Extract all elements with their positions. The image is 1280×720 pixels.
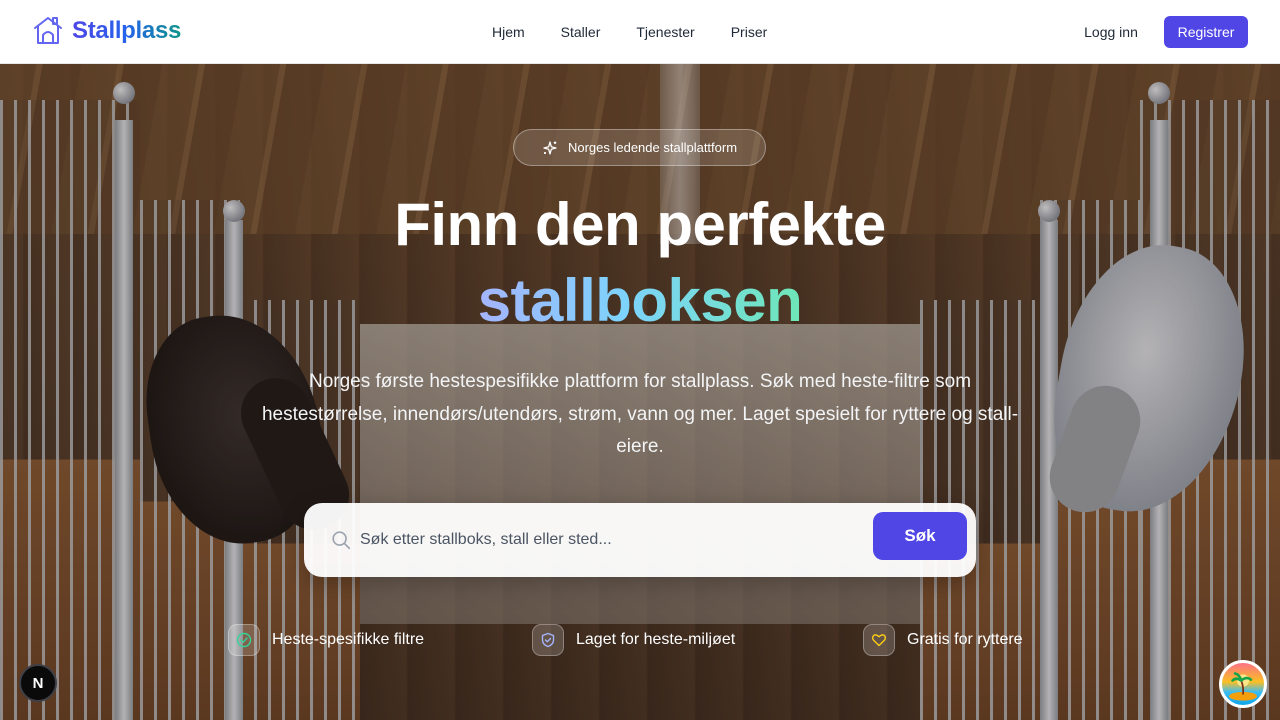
brand-logo[interactable]: Stallplass xyxy=(32,15,181,47)
check-circle-icon xyxy=(236,632,252,648)
feature-icon-box xyxy=(228,624,260,656)
feature-free: Gratis for ryttere xyxy=(863,624,1023,656)
dev-tools-badge[interactable]: N xyxy=(19,664,57,702)
login-link[interactable]: Logg inn xyxy=(1072,16,1150,48)
nav-item-hjem[interactable]: Hjem xyxy=(474,0,543,64)
nav-item-tjenester[interactable]: Tjenester xyxy=(618,0,712,64)
feature-label: Gratis for ryttere xyxy=(907,631,1023,648)
feature-horse-community: Laget for heste-miljøet xyxy=(532,624,735,656)
island-avatar-icon xyxy=(1229,672,1257,701)
heart-icon xyxy=(871,634,887,647)
hero-title-highlight-text: stallboksen xyxy=(477,267,803,334)
hero-subtitle: Norges første hestespesifikke plattform … xyxy=(261,371,1019,457)
main-nav: Hjem Staller Tjenester Priser xyxy=(474,0,785,64)
avatar[interactable] xyxy=(1219,660,1267,708)
hero-badge: Norges ledende stallplattform xyxy=(513,129,766,166)
nav-item-priser[interactable]: Priser xyxy=(713,0,786,64)
sparkles-icon xyxy=(543,140,557,155)
hero-title: Finn den perfekte xyxy=(394,191,886,258)
house-logo-icon xyxy=(34,17,62,44)
brand-name: Stallplass xyxy=(72,17,182,44)
search-button[interactable]: Søk xyxy=(873,512,967,560)
feature-icon-box xyxy=(863,624,895,656)
hero-badge-label: Norges ledende stallplattform xyxy=(567,140,738,155)
feature-icon-box xyxy=(532,624,564,656)
top-navigation-bar: Stallplass Hjem Staller Tjenester Priser… xyxy=(0,0,1280,64)
nav-item-staller[interactable]: Staller xyxy=(543,0,619,64)
feature-label: Laget for heste-miljøet xyxy=(576,631,736,648)
search-bar: Søk xyxy=(304,503,976,577)
shield-check-icon xyxy=(541,632,555,648)
search-icon xyxy=(332,531,351,550)
search-input[interactable] xyxy=(360,521,860,559)
hero-title-highlight: stallboksen xyxy=(0,266,1280,335)
feature-label: Heste-spesifikke filtre xyxy=(272,631,425,648)
register-button[interactable]: Registrer xyxy=(1164,16,1248,48)
feature-filters: Heste-spesifikke filtre xyxy=(228,624,424,656)
